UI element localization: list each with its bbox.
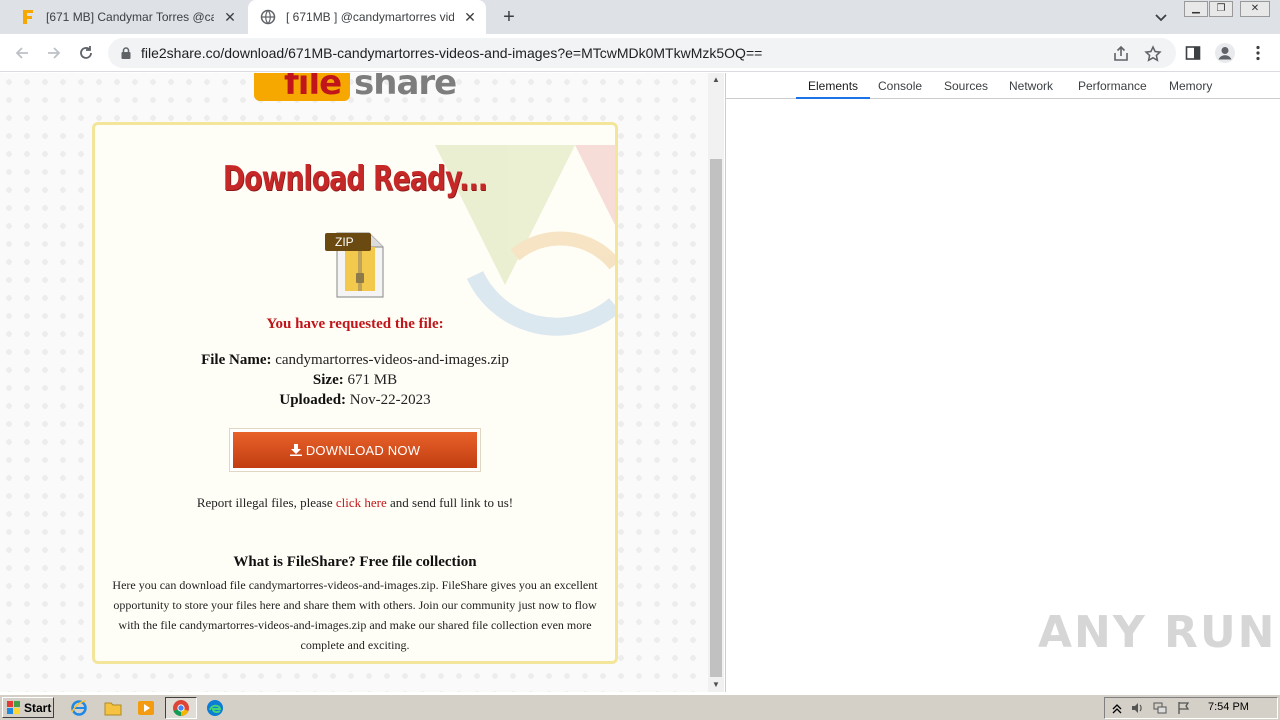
tab-close-icon[interactable]: ✕ bbox=[462, 9, 478, 25]
windows-taskbar: Start 7:54 PM bbox=[0, 694, 1280, 720]
tab-title: [671 MB] Candymar Torres @candyma bbox=[46, 10, 214, 24]
share-icon[interactable] bbox=[1112, 45, 1130, 63]
start-button[interactable]: Start bbox=[2, 697, 54, 718]
download-button-frame: DOWNLOAD NOW bbox=[229, 428, 481, 472]
close-window-button[interactable]: ✕ bbox=[1240, 1, 1270, 17]
chrome-taskbar-button[interactable] bbox=[165, 697, 197, 719]
tab-candymartorres-videos[interactable]: [ 671MB ] @candymartorres videos a ✕ bbox=[248, 0, 486, 34]
download-now-label: DOWNLOAD NOW bbox=[305, 442, 421, 458]
tab-strip: [671 MB] Candymar Torres @candyma ✕ [ 67… bbox=[0, 0, 1280, 34]
anyrun-watermark: ANY RUN bbox=[1038, 607, 1277, 658]
devtools-tab-bar: Elements Console Sources Network Perform… bbox=[726, 73, 1280, 99]
start-label: Start bbox=[24, 700, 52, 715]
devtools-tab-network[interactable]: Network bbox=[997, 73, 1065, 99]
reload-icon bbox=[80, 46, 92, 59]
devtools-tab-sources[interactable]: Sources bbox=[932, 73, 1000, 99]
network-icon[interactable] bbox=[1153, 701, 1167, 715]
arrow-right-icon bbox=[48, 47, 61, 59]
download-ready-heading: Download Ready... bbox=[222, 159, 488, 199]
globe-icon bbox=[260, 9, 276, 25]
windows-logo-icon bbox=[7, 700, 21, 715]
zip-label: ZIP bbox=[335, 235, 354, 249]
size-row: Size: 671 MB bbox=[95, 372, 615, 389]
reload-button[interactable] bbox=[74, 41, 98, 65]
address-bar[interactable]: file2share.co/download/671MB-candymartor… bbox=[108, 38, 1176, 68]
uploaded-row: Uploaded: Nov-22-2023 bbox=[95, 392, 615, 409]
chevron-up-icon[interactable] bbox=[1110, 701, 1124, 715]
devtools-panel: Elements Console Sources Network Perform… bbox=[725, 73, 1280, 692]
file-explorer-icon[interactable] bbox=[104, 699, 122, 717]
arrow-left-icon bbox=[15, 47, 28, 59]
logo-text-file: file bbox=[284, 73, 342, 103]
file-name-row: File Name: candymartorres-videos-and-ima… bbox=[95, 352, 615, 369]
tab-close-icon[interactable]: ✕ bbox=[222, 9, 238, 25]
edge-icon[interactable] bbox=[206, 699, 224, 717]
restore-button[interactable]: ❐ bbox=[1209, 1, 1233, 17]
download-now-button[interactable]: DOWNLOAD NOW bbox=[233, 432, 477, 468]
fileshare-logo[interactable]: file share bbox=[254, 73, 464, 103]
report-prefix: Report illegal files, please bbox=[196, 495, 333, 510]
report-click-here-link[interactable]: click here bbox=[336, 495, 387, 510]
taskbar-clock[interactable]: 7:54 PM bbox=[1208, 701, 1249, 713]
media-player-icon[interactable] bbox=[137, 699, 155, 717]
zip-file-icon: ZIP bbox=[323, 229, 389, 299]
uploaded-value: Nov-22-2023 bbox=[349, 392, 431, 408]
file2share-favicon-icon bbox=[20, 9, 36, 25]
new-tab-button[interactable]: + bbox=[498, 6, 520, 28]
fileshare-description: Here you can download file candymartorre… bbox=[112, 578, 598, 652]
lock-icon[interactable] bbox=[119, 46, 133, 60]
url-text[interactable]: file2share.co/download/671MB-candymartor… bbox=[141, 45, 762, 61]
volume-icon[interactable] bbox=[1130, 701, 1144, 715]
uploaded-label: Uploaded: bbox=[279, 392, 347, 408]
tab-title: [ 671MB ] @candymartorres videos a bbox=[286, 10, 454, 24]
devtools-tab-console[interactable]: Console bbox=[866, 73, 934, 99]
tab-candymar-torres[interactable]: [671 MB] Candymar Torres @candyma ✕ bbox=[8, 0, 246, 34]
what-is-fileshare-heading: What is FileShare? Free file collection bbox=[233, 554, 477, 570]
chevron-down-icon[interactable] bbox=[1152, 8, 1170, 26]
page-scrollbar[interactable]: ▲ ▼ bbox=[708, 73, 724, 692]
download-card: Download Ready... ZIP You have requested… bbox=[92, 122, 618, 664]
logo-text-share: share bbox=[354, 73, 457, 103]
devtools-tab-memory[interactable]: Memory bbox=[1157, 73, 1224, 99]
devtools-tab-elements[interactable]: Elements bbox=[796, 73, 871, 99]
minimize-button[interactable]: ▁ bbox=[1184, 1, 1208, 17]
browser-toolbar: file2share.co/download/671MB-candymartor… bbox=[0, 34, 1280, 72]
chrome-icon bbox=[173, 700, 189, 717]
side-panel-button[interactable] bbox=[1182, 42, 1204, 64]
report-suffix: and send full link to us! bbox=[389, 495, 514, 510]
download-icon bbox=[289, 444, 302, 456]
kebab-menu-icon bbox=[1256, 45, 1260, 61]
back-button[interactable] bbox=[10, 41, 34, 65]
size-value: 671 MB bbox=[347, 372, 398, 388]
scroll-up-icon[interactable]: ▲ bbox=[708, 73, 724, 87]
side-panel-icon bbox=[1185, 46, 1201, 60]
forward-button[interactable] bbox=[42, 41, 66, 65]
requested-file-label: You have requested the file: bbox=[266, 316, 444, 332]
avatar-icon bbox=[1215, 43, 1235, 63]
devtools-tab-performance[interactable]: Performance bbox=[1066, 73, 1159, 99]
menu-button[interactable] bbox=[1247, 42, 1269, 64]
file-name-label: File Name: bbox=[201, 352, 272, 368]
scrollbar-thumb[interactable] bbox=[710, 159, 722, 677]
scroll-down-icon[interactable]: ▼ bbox=[708, 678, 724, 692]
profile-button[interactable] bbox=[1214, 42, 1236, 64]
internet-explorer-icon[interactable] bbox=[70, 699, 88, 717]
size-label: Size: bbox=[312, 372, 344, 388]
file-name-value: candymartorres-videos-and-images.zip bbox=[275, 352, 509, 368]
report-line: Report illegal files, please click here … bbox=[95, 495, 615, 511]
page-viewport[interactable]: file share Download Ready... ZIP You hav… bbox=[0, 73, 724, 692]
action-center-flag-icon[interactable] bbox=[1177, 701, 1191, 715]
bookmark-star-icon[interactable] bbox=[1144, 45, 1162, 63]
